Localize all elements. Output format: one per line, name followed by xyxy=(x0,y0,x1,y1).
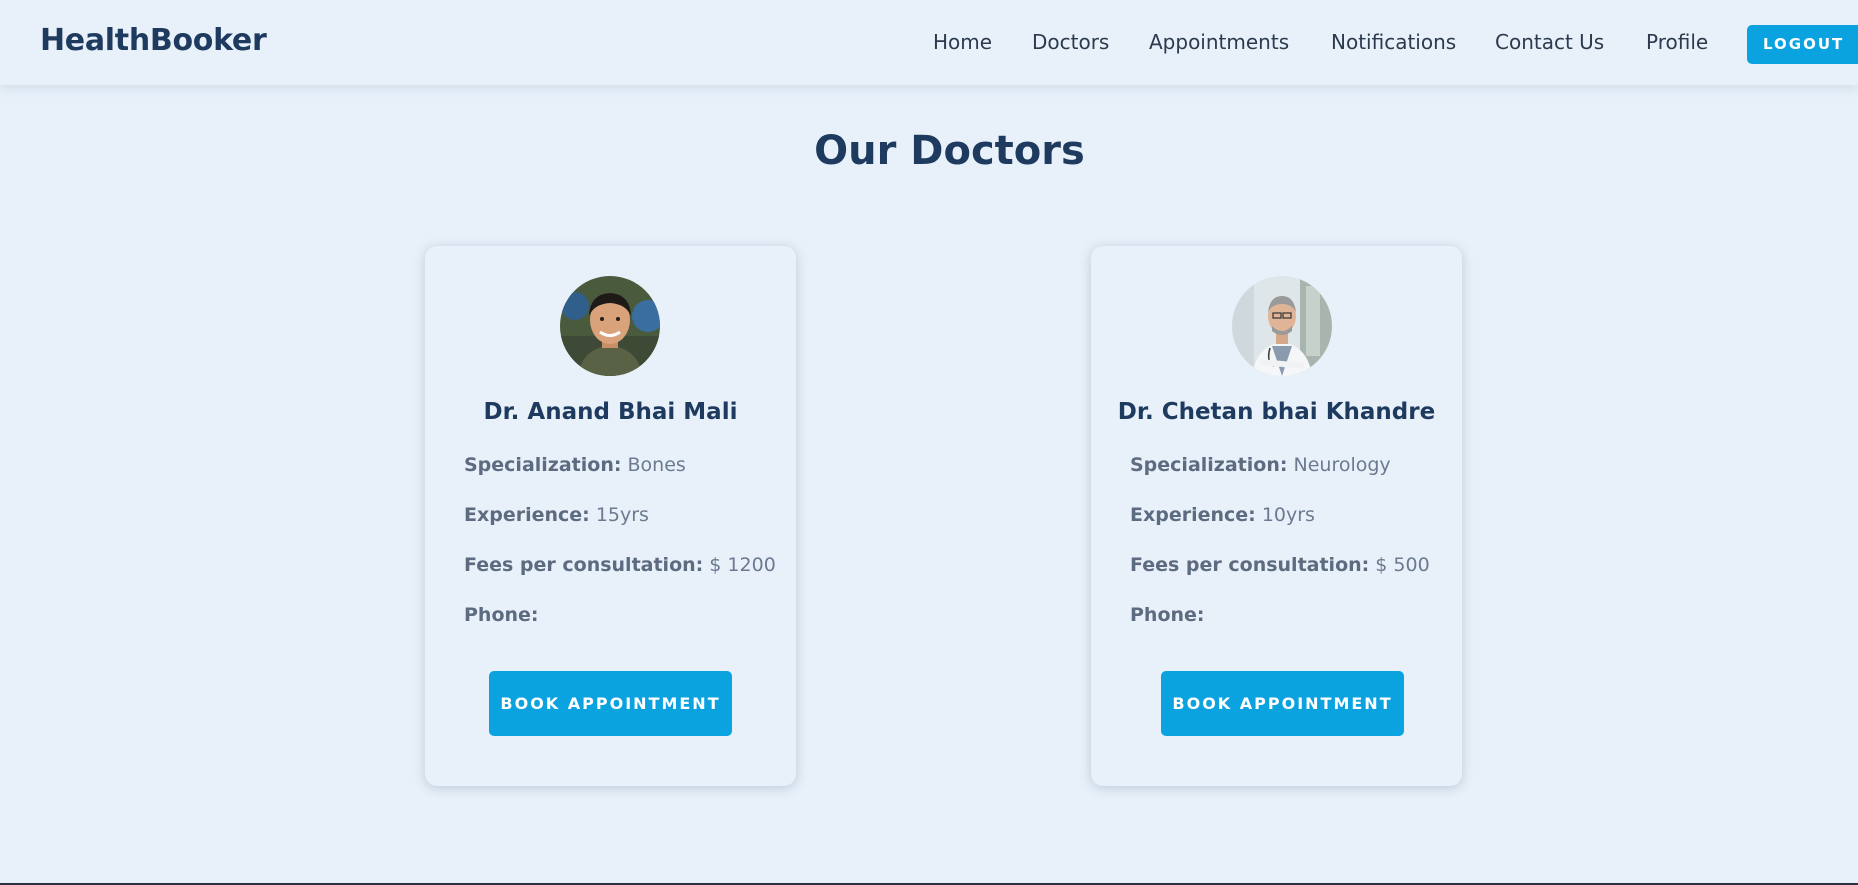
specialization-label: Specialization: xyxy=(1130,454,1288,476)
experience-label: Experience: xyxy=(464,504,590,526)
doctor-specialization: Specialization: Bones xyxy=(464,454,686,476)
fees-label: Fees per consultation: xyxy=(464,554,704,576)
navbar: HealthBooker Home Doctors Appointments N… xyxy=(0,0,1858,85)
doctor-phone: Phone: xyxy=(1130,604,1205,626)
specialization-value: Bones xyxy=(627,454,686,476)
doctor-experience: Experience: 15yrs xyxy=(464,504,649,526)
book-appointment-button[interactable]: BOOK APPOINTMENT xyxy=(1161,671,1404,736)
experience-value: 15yrs xyxy=(595,504,649,526)
fees-value: $ 1200 xyxy=(709,554,776,576)
nav-link-notifications[interactable]: Notifications xyxy=(1331,30,1456,54)
phone-label: Phone: xyxy=(464,604,539,626)
doctor-phone: Phone: xyxy=(464,604,539,626)
brand-logo[interactable]: HealthBooker xyxy=(40,23,267,58)
doctor-photo-icon xyxy=(1232,276,1332,376)
doctor-specialization: Specialization: Neurology xyxy=(1130,454,1391,476)
logout-button[interactable]: LOGOUT xyxy=(1747,25,1858,64)
fees-label: Fees per consultation: xyxy=(1130,554,1370,576)
doctor-experience: Experience: 10yrs xyxy=(1130,504,1315,526)
doctor-name: Dr. Chetan bhai Khandre xyxy=(1117,399,1436,425)
doctor-card: Dr. Anand Bhai Mali Specialization: Bone… xyxy=(425,246,796,786)
nav-link-contact-us[interactable]: Contact Us xyxy=(1495,30,1604,54)
page-title: Our Doctors xyxy=(814,128,1085,174)
specialization-value: Neurology xyxy=(1293,454,1391,476)
doctor-photo-icon xyxy=(560,276,660,376)
doctor-avatar xyxy=(1232,276,1332,376)
nav-link-home[interactable]: Home xyxy=(933,30,992,54)
experience-value: 10yrs xyxy=(1261,504,1315,526)
nav-link-appointments[interactable]: Appointments xyxy=(1149,30,1289,54)
doctor-avatar xyxy=(560,276,660,376)
doctor-fees: Fees per consultation: $ 500 xyxy=(1130,554,1430,576)
phone-label: Phone: xyxy=(1130,604,1205,626)
specialization-label: Specialization: xyxy=(464,454,622,476)
doctor-fees: Fees per consultation: $ 1200 xyxy=(464,554,776,576)
fees-value: $ 500 xyxy=(1375,554,1430,576)
experience-label: Experience: xyxy=(1130,504,1256,526)
book-appointment-button[interactable]: BOOK APPOINTMENT xyxy=(489,671,732,736)
nav-link-profile[interactable]: Profile xyxy=(1646,30,1708,54)
nav-link-doctors[interactable]: Doctors xyxy=(1032,30,1109,54)
doctor-card: Dr. Chetan bhai Khandre Specialization: … xyxy=(1091,246,1462,786)
doctor-name: Dr. Anand Bhai Mali xyxy=(483,399,738,425)
